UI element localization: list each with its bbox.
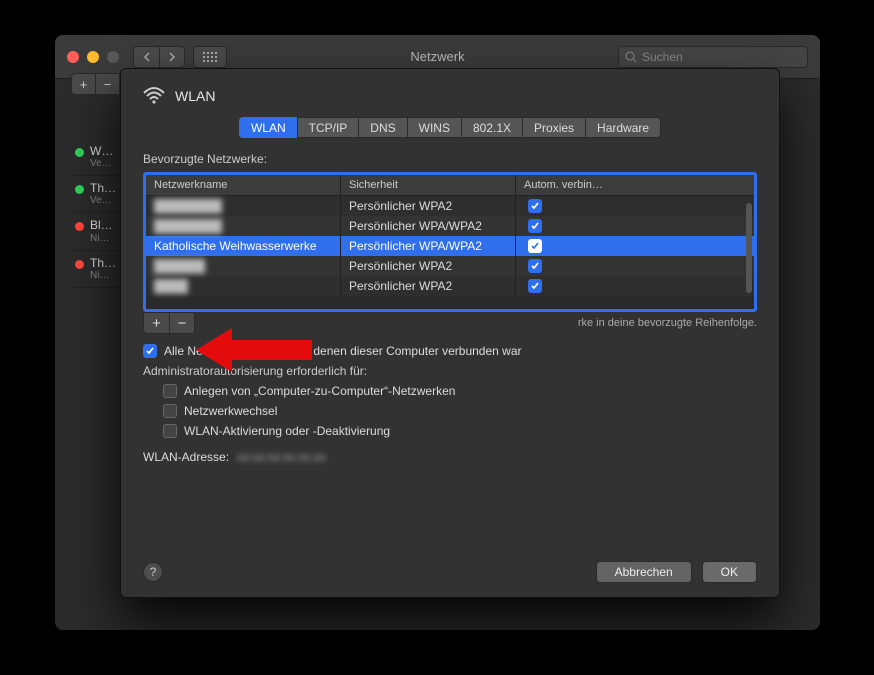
add-network-button[interactable]: +	[143, 312, 169, 334]
network-security: Persönlicher WPA/WPA2	[341, 235, 516, 257]
search-placeholder: Suchen	[642, 50, 683, 64]
wlan-advanced-sheet: WLAN WLAN TCP/IP DNS WINS 802.1X Proxies…	[120, 68, 780, 598]
network-name: ██████	[154, 259, 205, 273]
ok-button[interactable]: OK	[702, 561, 757, 583]
network-security: Persönlicher WPA2	[341, 195, 516, 217]
nav-buttons	[133, 46, 185, 68]
preferred-networks-table: Netzwerkname Sicherheit Autom. verbin… █…	[143, 172, 757, 312]
tab-tcpip[interactable]: TCP/IP	[297, 117, 359, 138]
status-dot-icon	[75, 148, 84, 157]
remember-networks-checkbox[interactable]	[143, 344, 157, 358]
status-dot-icon	[75, 185, 84, 194]
network-security: Persönlicher WPA2	[341, 275, 516, 297]
remove-service-button[interactable]: −	[95, 73, 119, 95]
sheet-title: WLAN	[175, 88, 215, 104]
traffic-lights	[67, 51, 119, 63]
network-security: Persönlicher WPA2	[341, 255, 516, 277]
service-status: Ni…	[90, 233, 113, 244]
tab-8021x[interactable]: 802.1X	[461, 117, 522, 138]
tab-wlan[interactable]: WLAN	[239, 117, 297, 138]
tab-dns[interactable]: DNS	[358, 117, 406, 138]
wlan-address-value: xx:xx:xx:xx:xx:xx	[237, 450, 326, 464]
auto-connect-checkbox[interactable]	[528, 219, 542, 233]
admin-opt-label: Netzwerkwechsel	[184, 404, 277, 418]
admin-auth-options: Anlegen von „Computer-zu-Computer“-Netzw…	[163, 384, 757, 438]
wlan-address-row: WLAN-Adresse: xx:xx:xx:xx:xx:xx	[143, 450, 757, 464]
admin-auth-label: Administratorautorisierung erforderlich …	[143, 364, 757, 378]
table-header: Netzwerkname Sicherheit Autom. verbin…	[146, 175, 754, 196]
network-name: Katholische Weihwasserwerke	[146, 235, 341, 257]
maximize-icon[interactable]	[107, 51, 119, 63]
wlan-address-label: WLAN-Adresse:	[143, 450, 229, 464]
help-button[interactable]: ?	[143, 562, 163, 582]
tab-proxies[interactable]: Proxies	[522, 117, 585, 138]
back-button[interactable]	[133, 46, 159, 68]
add-service-button[interactable]: +	[71, 73, 95, 95]
table-body: ████████ Persönlicher WPA2 ████████ Pers…	[146, 196, 754, 296]
auto-connect-checkbox[interactable]	[528, 259, 542, 273]
wifi-icon	[143, 87, 165, 105]
grid-icon	[203, 52, 217, 62]
tabbar: WLAN TCP/IP DNS WINS 802.1X Proxies Hard…	[143, 117, 757, 138]
search-icon	[625, 51, 637, 63]
show-all-button[interactable]	[193, 46, 227, 68]
col-name[interactable]: Netzwerkname	[146, 175, 341, 195]
preferred-networks-label: Bevorzugte Netzwerke:	[143, 152, 757, 166]
remember-networks-label: Alle Netzwerke merken, mit denen dieser …	[164, 344, 522, 358]
minimize-icon[interactable]	[87, 51, 99, 63]
network-name: ████████	[154, 199, 222, 213]
service-name: Th…	[90, 182, 116, 195]
table-row[interactable]: ████ Persönlicher WPA2	[146, 276, 754, 296]
network-name: ████████	[154, 219, 222, 233]
table-scrollbar[interactable]	[746, 203, 752, 293]
admin-opt-row: WLAN-Aktivierung oder -Deaktivierung	[163, 424, 757, 438]
service-name: Bl…	[90, 219, 113, 232]
admin-opt-label: WLAN-Aktivierung oder -Deaktivierung	[184, 424, 390, 438]
remember-networks-row: Alle Netzwerke merken, mit denen dieser …	[143, 344, 757, 358]
admin-opt-checkbox[interactable]	[163, 404, 177, 418]
sheet-header: WLAN	[143, 87, 757, 105]
admin-opt-checkbox[interactable]	[163, 384, 177, 398]
service-name: W…	[90, 145, 113, 158]
admin-opt-label: Anlegen von „Computer-zu-Computer“-Netzw…	[184, 384, 455, 398]
network-add-remove: + − rke in deine bevorzugte Reihenfolge.	[143, 312, 757, 334]
service-status: Ni…	[90, 270, 116, 281]
network-name: ████	[154, 279, 188, 293]
service-status: Ve…	[90, 158, 113, 169]
cancel-button[interactable]: Abbrechen	[596, 561, 692, 583]
auto-connect-checkbox[interactable]	[528, 199, 542, 213]
status-dot-icon	[75, 222, 84, 231]
tab-hardware[interactable]: Hardware	[585, 117, 661, 138]
admin-opt-row: Anlegen von „Computer-zu-Computer“-Netzw…	[163, 384, 757, 398]
auto-connect-checkbox[interactable]	[528, 279, 542, 293]
close-icon[interactable]	[67, 51, 79, 63]
admin-opt-row: Netzwerkwechsel	[163, 404, 757, 418]
table-row[interactable]: Katholische Weihwasserwerke Persönlicher…	[146, 236, 754, 256]
search-input[interactable]: Suchen	[618, 46, 808, 68]
table-row[interactable]: ████████ Persönlicher WPA2	[146, 196, 754, 216]
service-name: Th…	[90, 257, 116, 270]
service-status: Ve…	[90, 195, 116, 206]
forward-button[interactable]	[159, 46, 185, 68]
col-security[interactable]: Sicherheit	[341, 175, 516, 195]
sheet-footer: ? Abbrechen OK	[143, 561, 757, 583]
drag-hint: rke in deine bevorzugte Reihenfolge.	[578, 317, 757, 329]
table-row[interactable]: ████████ Persönlicher WPA/WPA2	[146, 216, 754, 236]
admin-opt-checkbox[interactable]	[163, 424, 177, 438]
remove-network-button[interactable]: −	[169, 312, 195, 334]
network-security: Persönlicher WPA/WPA2	[341, 215, 516, 237]
table-row[interactable]: ██████ Persönlicher WPA2	[146, 256, 754, 276]
col-auto[interactable]: Autom. verbin…	[516, 175, 754, 195]
status-dot-icon	[75, 260, 84, 269]
tab-wins[interactable]: WINS	[407, 117, 461, 138]
auto-connect-checkbox[interactable]	[528, 239, 542, 253]
